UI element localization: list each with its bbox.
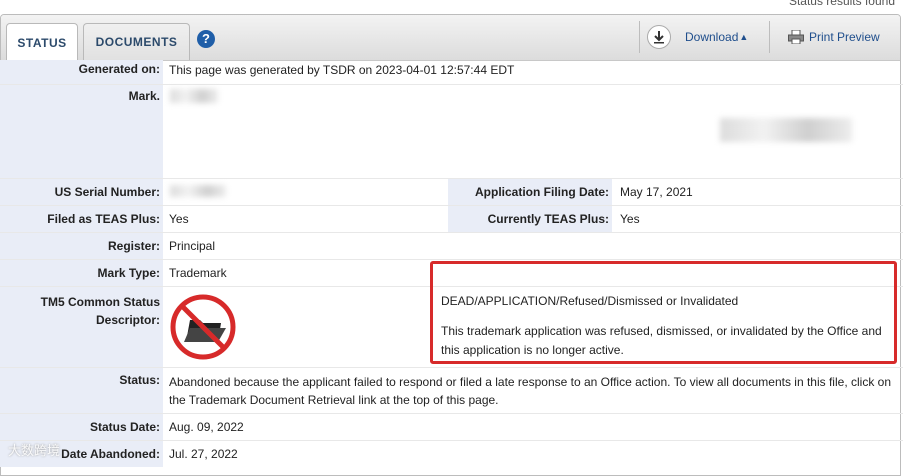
tm5-label-line2: Descriptor: [95, 313, 160, 327]
tm5-status-description: This trademark application was refused, … [441, 324, 882, 357]
status-date-label: Status Date: [0, 414, 163, 440]
mark-text-redacted [170, 89, 218, 103]
teas-plus-value: Yes [169, 212, 189, 226]
toolbar-divider [769, 21, 770, 53]
row-teas: Filed as TEAS Plus: Yes Currently TEAS P… [0, 206, 903, 233]
mark-label: Mark. [0, 85, 163, 178]
status-value: Abandoned because the applicant failed t… [169, 375, 891, 407]
register-label: Register: [0, 233, 163, 259]
mark-image-redacted [720, 118, 852, 142]
tab-status[interactable]: STATUS [6, 23, 78, 61]
row-status-date: Status Date: Aug. 09, 2022 [0, 414, 903, 441]
watermark: 大数跨境 [8, 443, 61, 458]
row-status: Status: Abandoned because the applicant … [0, 368, 903, 414]
tab-documents[interactable]: DOCUMENTS [83, 23, 190, 60]
current-teas-label: Currently TEAS Plus: [448, 206, 612, 232]
row-date-abandoned: Date Abandoned: Jul. 27, 2022 [0, 441, 903, 467]
status-results-note: Status results found [788, 0, 895, 8]
generated-label: Generated on: [0, 60, 163, 84]
toolbar: STATUS DOCUMENTS ? Download ▲ Print Prev… [1, 15, 900, 61]
mark-type-label: Mark Type: [0, 260, 163, 286]
teas-plus-label: Filed as TEAS Plus: [0, 206, 163, 232]
caret-up-icon: ▲ [739, 32, 749, 42]
tm5-status-heading: DEAD/APPLICATION/Refused/Dismissed or In… [441, 294, 739, 308]
serial-value-redacted [170, 185, 226, 197]
status-date-value: Aug. 09, 2022 [169, 420, 244, 434]
row-serial: US Serial Number: Application Filing Dat… [0, 179, 903, 206]
current-teas-value: Yes [620, 212, 640, 226]
tm5-label-line1: TM5 Common Status [40, 295, 160, 309]
print-preview-label: Print Preview [809, 30, 880, 44]
toolbar-divider [639, 21, 640, 53]
filing-date-label: Application Filing Date: [448, 179, 612, 205]
row-mark: Mark. [0, 85, 903, 179]
print-icon [788, 30, 804, 44]
download-icon [647, 25, 671, 49]
dead-folder-icon [170, 294, 236, 360]
download-button[interactable]: Download ▲ [647, 25, 748, 49]
status-label: Status: [0, 368, 163, 413]
print-preview-button[interactable]: Print Preview [788, 30, 880, 44]
date-abandoned-value: Jul. 27, 2022 [169, 447, 238, 461]
row-generated: Generated on: This page was generated by… [0, 60, 903, 85]
register-value: Principal [169, 239, 216, 253]
filing-date-value: May 17, 2021 [620, 185, 693, 199]
serial-label: US Serial Number: [0, 179, 163, 205]
mark-type-value: Trademark [169, 266, 227, 280]
row-register: Register: Principal [0, 233, 903, 260]
download-label: Download [685, 30, 739, 44]
tm5-label: TM5 Common Status Descriptor: [0, 287, 163, 367]
help-icon[interactable]: ? [197, 30, 215, 48]
generated-value: This page was generated by TSDR on 2023-… [169, 63, 515, 77]
